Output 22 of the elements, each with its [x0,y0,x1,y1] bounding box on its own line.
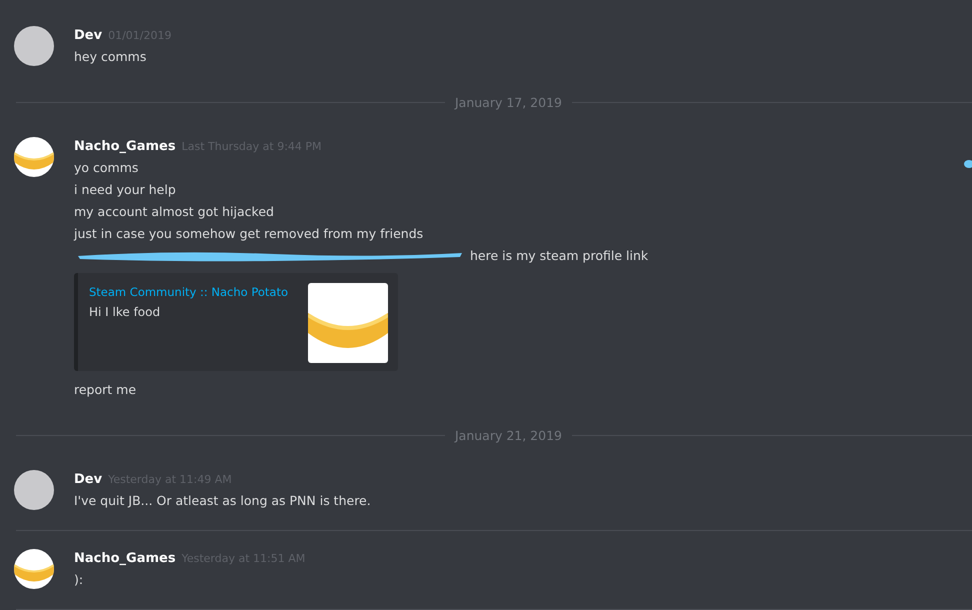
username[interactable]: Dev [74,26,102,46]
banana-avatar[interactable] [14,137,54,177]
message-text: just in case you somehow get removed from my friends [74,225,424,243]
username[interactable]: Nacho_Games [74,549,176,569]
embed-title-link[interactable]: Steam Community :: Nacho Potato [89,283,288,301]
banana-avatar[interactable] [14,549,54,589]
embed-description: Hi I lke food [89,304,162,321]
message-text: i need your help [74,181,176,199]
username[interactable]: Dev [74,470,102,490]
message-text: report me [74,381,136,399]
username[interactable]: Nacho_Games [74,137,176,157]
date-divider: January 21, 2019 [453,428,563,443]
message-text: my account almost got hijacked [74,203,274,221]
message-text: I've quit JB... Or atleast as long as PNN is there. [74,492,371,510]
user-avatar[interactable] [14,470,54,510]
message-text: ): [74,571,84,589]
scribble-mark [964,160,972,168]
message-text: hey comms [74,48,146,66]
date-divider: January 17, 2019 [453,95,563,110]
message-text: yo comms [74,159,138,177]
user-avatar[interactable] [14,26,54,66]
message-text: here is my steam profile link [470,247,648,265]
